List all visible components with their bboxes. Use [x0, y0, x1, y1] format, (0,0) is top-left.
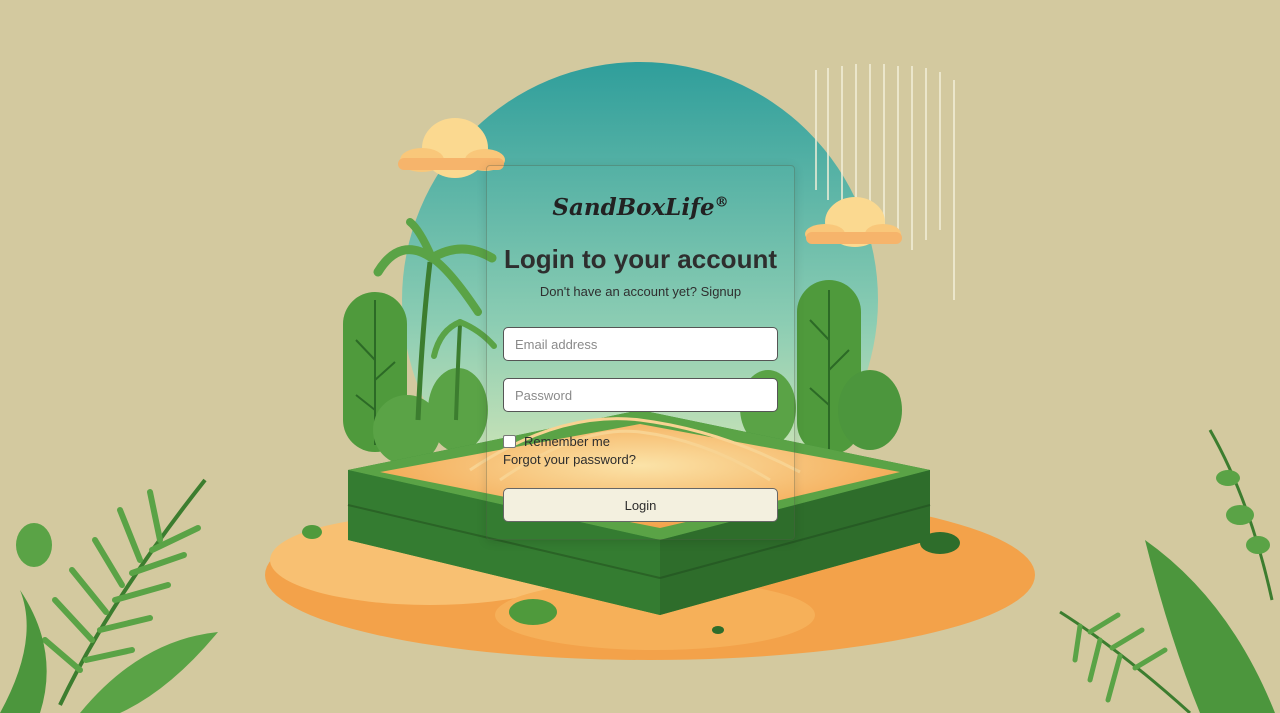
remember-me[interactable]: Remember me	[503, 434, 610, 449]
brand-name: SandBoxLife	[552, 194, 715, 221]
login-card: SandBoxLife® Login to your account Don't…	[486, 165, 795, 540]
fern-left	[0, 478, 218, 713]
forgot-password-link[interactable]: Forgot your password?	[503, 452, 636, 467]
signup-link[interactable]: Signup	[701, 284, 741, 299]
password-field[interactable]	[503, 378, 778, 412]
signup-prompt: Don't have an account yet? Signup	[487, 284, 794, 299]
login-button[interactable]: Login	[503, 488, 778, 522]
email-field[interactable]	[503, 327, 778, 361]
remember-me-label: Remember me	[524, 434, 610, 449]
registered-mark: ®	[714, 194, 729, 211]
remember-me-checkbox[interactable]	[503, 435, 516, 448]
brand-logo: SandBoxLife®	[487, 194, 794, 221]
page-title: Login to your account	[504, 244, 777, 274]
signup-prompt-text: Don't have an account yet?	[539, 284, 698, 299]
fern-right	[1059, 429, 1275, 713]
